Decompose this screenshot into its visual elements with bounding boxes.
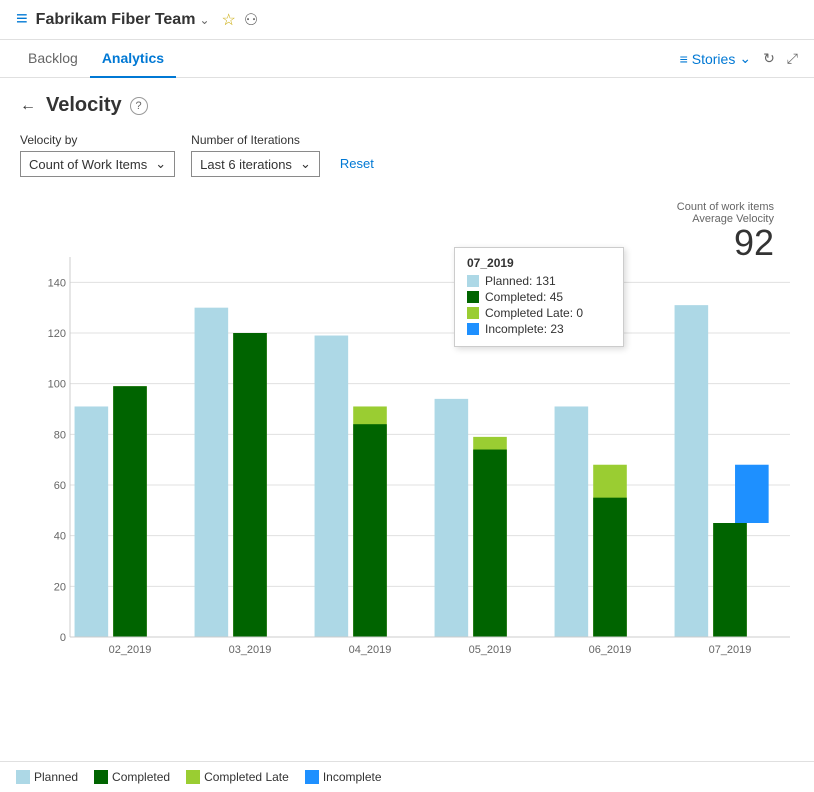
legend-item: Incomplete bbox=[305, 770, 382, 784]
main-content: ← Velocity ? Velocity by Count of Work I… bbox=[0, 78, 814, 713]
iterations-group: Number of Iterations Last 6 iterations ⌄ bbox=[191, 133, 320, 177]
legend-swatch bbox=[186, 770, 200, 784]
tab-backlog[interactable]: Backlog bbox=[16, 40, 90, 78]
stories-icon: ≡ bbox=[680, 51, 688, 67]
legend-item: Completed bbox=[94, 770, 170, 784]
team-members-icon[interactable]: ⚇ bbox=[244, 10, 258, 30]
tooltip: 07_2019 Planned: 131 Completed: 45 Complet… bbox=[454, 247, 624, 347]
nav-tabs: Backlog Analytics ≡ Stories ⌄ ↻ ⤢ bbox=[0, 40, 814, 78]
tooltip-swatch bbox=[467, 291, 479, 303]
refresh-icon[interactable]: ↻ bbox=[763, 50, 775, 67]
back-button[interactable]: ← bbox=[20, 97, 36, 115]
chart-stats: Count of work items Average Velocity 92 bbox=[677, 201, 774, 261]
avg-velocity-value: 92 bbox=[677, 225, 774, 261]
legend-label: Completed Late bbox=[204, 770, 289, 784]
velocity-by-label: Velocity by bbox=[20, 133, 175, 147]
svg-text:02_2019: 02_2019 bbox=[109, 644, 152, 656]
reset-button[interactable]: Reset bbox=[336, 152, 378, 175]
legend-label: Completed bbox=[112, 770, 170, 784]
nav-actions: ≡ Stories ⌄ ↻ ⤢ bbox=[680, 50, 798, 67]
svg-text:20: 20 bbox=[54, 581, 66, 593]
app-header: ≡ Fabrikam Fiber Team ⌄ ☆ ⚇ bbox=[0, 0, 814, 40]
legend-label: Planned bbox=[34, 770, 78, 784]
legend-swatch bbox=[16, 770, 30, 784]
team-icon: ≡ bbox=[16, 8, 28, 31]
controls-bar: Velocity by Count of Work Items ⌄ Number… bbox=[20, 133, 794, 177]
tooltip-swatch bbox=[467, 275, 479, 287]
iterations-chevron-icon: ⌄ bbox=[300, 156, 311, 172]
velocity-by-chevron-icon: ⌄ bbox=[155, 156, 166, 172]
svg-text:100: 100 bbox=[48, 379, 66, 391]
tooltip-row: Incomplete: 23 bbox=[467, 322, 611, 336]
svg-text:60: 60 bbox=[54, 480, 66, 492]
iterations-label: Number of Iterations bbox=[191, 133, 320, 147]
tooltip-title: 07_2019 bbox=[467, 256, 611, 270]
chart-area: Count of work items Average Velocity 92 … bbox=[20, 197, 794, 697]
stats-label1: Count of work items bbox=[677, 201, 774, 213]
legend-item: Planned bbox=[16, 770, 78, 784]
svg-text:07_2019: 07_2019 bbox=[709, 644, 752, 656]
tooltip-row-label: Completed: 45 bbox=[485, 290, 563, 304]
svg-text:80: 80 bbox=[54, 429, 66, 441]
team-name: Fabrikam Fiber Team bbox=[36, 11, 196, 29]
stories-button[interactable]: ≡ Stories ⌄ bbox=[680, 50, 751, 67]
page-title: Velocity bbox=[46, 94, 122, 117]
svg-text:06_2019: 06_2019 bbox=[589, 644, 632, 656]
tooltip-row-label: Completed Late: 0 bbox=[485, 306, 583, 320]
page-header: ← Velocity ? bbox=[20, 94, 794, 117]
svg-text:120: 120 bbox=[48, 328, 66, 340]
team-chevron-icon[interactable]: ⌄ bbox=[199, 13, 209, 27]
chart-legend: Planned Completed Completed Late Incomplete bbox=[0, 761, 814, 792]
tooltip-row-label: Incomplete: 23 bbox=[485, 322, 564, 336]
legend-item: Completed Late bbox=[186, 770, 289, 784]
velocity-chart: 0 20 40 60 80 100 120 140 02_2019 03_2019 04_2019 0… bbox=[30, 247, 810, 677]
help-icon[interactable]: ? bbox=[130, 97, 148, 115]
iterations-select[interactable]: Last 6 iterations ⌄ bbox=[191, 151, 320, 177]
velocity-by-select[interactable]: Count of Work Items ⌄ bbox=[20, 151, 175, 177]
svg-text:0: 0 bbox=[60, 632, 66, 644]
legend-label: Incomplete bbox=[323, 770, 382, 784]
tooltip-row: Completed Late: 0 bbox=[467, 306, 611, 320]
svg-text:140: 140 bbox=[48, 277, 66, 289]
svg-text:04_2019: 04_2019 bbox=[349, 644, 392, 656]
tooltip-swatch bbox=[467, 323, 479, 335]
tooltip-swatch bbox=[467, 307, 479, 319]
tooltip-row: Completed: 45 bbox=[467, 290, 611, 304]
legend-swatch bbox=[94, 770, 108, 784]
tooltip-row: Planned: 131 bbox=[467, 274, 611, 288]
expand-icon[interactable]: ⤢ bbox=[787, 50, 798, 67]
svg-text:05_2019: 05_2019 bbox=[469, 644, 512, 656]
favorite-icon[interactable]: ☆ bbox=[222, 10, 236, 30]
svg-text:40: 40 bbox=[54, 531, 66, 543]
svg-text:03_2019: 03_2019 bbox=[229, 644, 272, 656]
legend-swatch bbox=[305, 770, 319, 784]
stories-chevron-icon: ⌄ bbox=[739, 50, 751, 67]
tooltip-row-label: Planned: 131 bbox=[485, 274, 556, 288]
tab-analytics[interactable]: Analytics bbox=[90, 40, 176, 78]
velocity-by-group: Velocity by Count of Work Items ⌄ bbox=[20, 133, 175, 177]
